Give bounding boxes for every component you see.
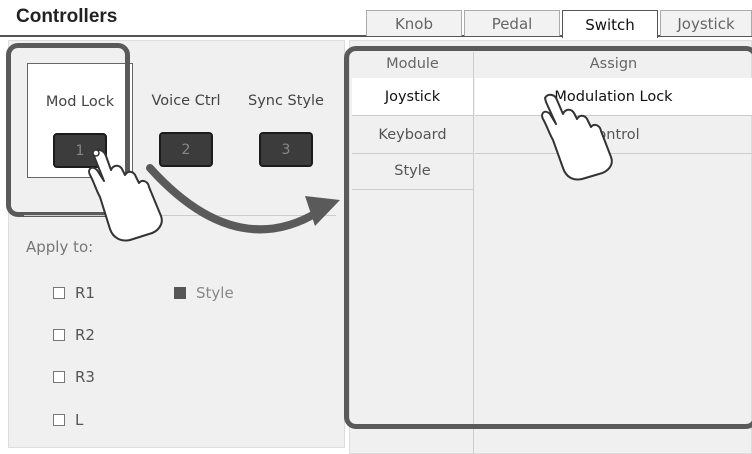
arrow-icon [146,164,340,234]
hand-pointer-icon [88,148,163,242]
tutorial-overlay [88,93,613,242]
hand-pointer-icon [541,93,613,181]
